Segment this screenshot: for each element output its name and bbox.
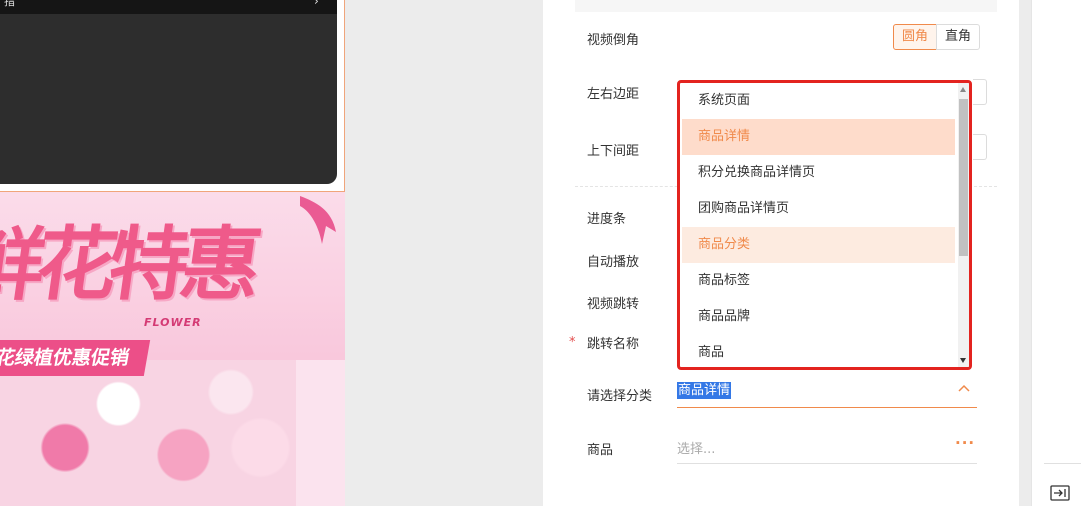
collapse-panel-icon[interactable] (1050, 485, 1070, 501)
category-label: 请选择分类 (587, 389, 653, 404)
dropdown-option[interactable]: 系统页面 (682, 83, 955, 119)
flower-photo (0, 360, 296, 506)
dropdown-option[interactable]: 商品详情 (682, 119, 955, 155)
round-corner-button[interactable]: 圆角 (893, 24, 938, 50)
dropdown-option[interactable]: 团购商品详情页 (682, 191, 955, 227)
dropdown-option[interactable]: 商品 (682, 335, 955, 367)
goods-label: 商品 (587, 443, 614, 458)
video-component-preview[interactable]: 指 › (0, 0, 345, 192)
square-corner-button[interactable]: 直角 (936, 24, 981, 50)
goods-placeholder: 选择... (677, 442, 716, 457)
banner-tag: 花绿植优惠促销 (0, 340, 151, 376)
video-title-bar: 指 › (0, 0, 337, 14)
vertical-spacing-label: 上下间距 (587, 144, 640, 159)
required-mark: * (569, 335, 576, 350)
jump-name-label: 跳转名称 (587, 337, 640, 352)
autoplay-label: 自动播放 (587, 255, 640, 270)
chevron-up-icon[interactable] (957, 382, 971, 396)
phone-preview: 指 › 鲜花特惠 FLOWER 花绿植优惠促销 (0, 0, 345, 506)
video-player[interactable]: 指 › (0, 0, 337, 184)
category-select[interactable]: 商品详情 (677, 376, 977, 408)
scrollbar-thumb[interactable] (959, 99, 968, 256)
category-dropdown: 系统页面 商品详情 积分兑换商品详情页 团购商品详情页 商品分类 商品标签 商品… (677, 80, 972, 370)
banner-title: 鲜花特惠 (0, 217, 260, 311)
ribbon-decoration-icon (300, 196, 336, 244)
panel-header-strip (575, 0, 997, 12)
banner-edge (296, 360, 345, 506)
scroll-up-icon[interactable] (960, 87, 966, 92)
video-title-text: 指 (4, 0, 15, 8)
dropdown-scrollbar[interactable] (958, 83, 969, 367)
right-sidebar (1031, 0, 1081, 506)
goods-select[interactable]: 选择... ··· (677, 432, 977, 464)
dropdown-list: 系统页面 商品详情 积分兑换商品详情页 团购商品详情页 商品分类 商品标签 商品… (682, 83, 955, 367)
dropdown-option[interactable]: 商品标签 (682, 263, 955, 299)
dropdown-option[interactable]: 商品分类 (682, 227, 955, 263)
gutter-divider (1044, 463, 1081, 464)
chevron-right-icon: › (314, 0, 319, 8)
progress-bar-label: 进度条 (587, 212, 627, 227)
side-margin-label: 左右边距 (587, 87, 640, 102)
dropdown-option[interactable]: 积分兑换商品详情页 (682, 155, 955, 191)
banner-subtitle: FLOWER (144, 316, 202, 329)
dropdown-option[interactable]: 商品品牌 (682, 299, 955, 335)
scroll-down-icon[interactable] (960, 358, 966, 363)
category-select-value: 商品详情 (677, 382, 732, 399)
side-margin-input[interactable] (973, 79, 987, 105)
video-corner-toggle: 圆角 直角 (893, 24, 981, 50)
video-corner-label: 视频倒角 (587, 33, 640, 48)
vertical-spacing-input[interactable] (973, 134, 987, 160)
video-jump-label: 视频跳转 (587, 297, 640, 312)
promo-banner-image: 鲜花特惠 FLOWER 花绿植优惠促销 (0, 192, 345, 506)
more-icon[interactable]: ··· (955, 434, 975, 452)
